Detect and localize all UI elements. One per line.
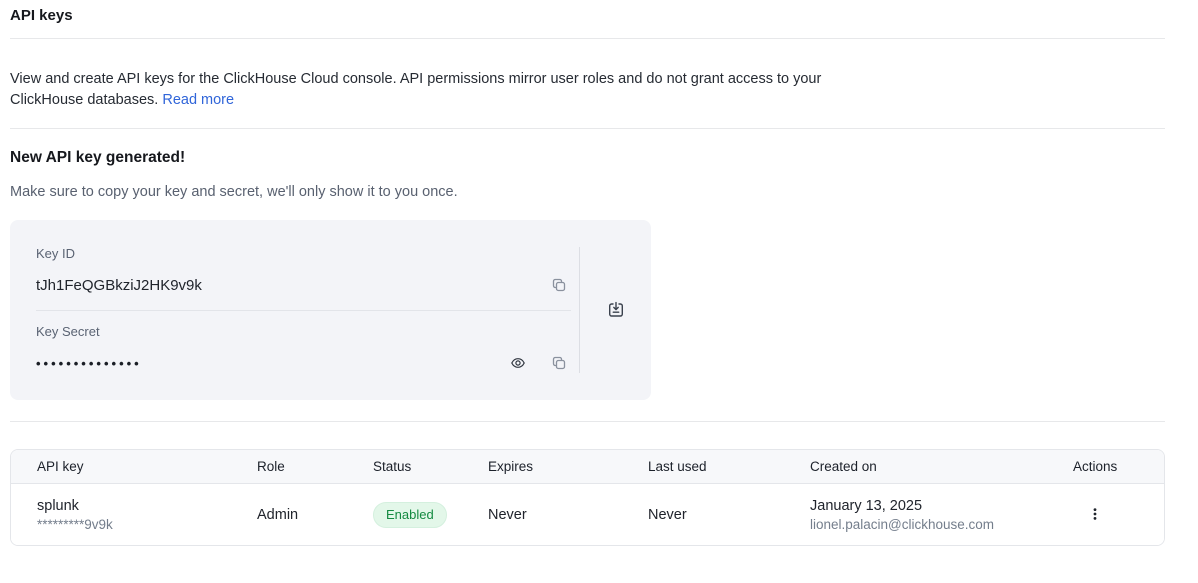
download-icon — [607, 301, 625, 319]
banner-heading: New API key generated! — [10, 147, 1165, 169]
kebab-icon — [1088, 506, 1102, 522]
col-header-status: Status — [373, 459, 488, 474]
col-header-api-key: API key — [11, 459, 257, 474]
col-header-role: Role — [257, 459, 373, 474]
copy-secret-button[interactable] — [547, 351, 571, 375]
download-column — [580, 220, 651, 400]
row-actions-button[interactable] — [1083, 502, 1107, 526]
cell-api-key: splunk *********9v9k — [11, 496, 257, 534]
read-more-link[interactable]: Read more — [162, 92, 234, 108]
cell-role: Admin — [257, 505, 373, 525]
col-header-expires: Expires — [488, 459, 648, 474]
cell-actions — [1063, 502, 1164, 527]
table-row: splunk *********9v9k Admin Enabled Never… — [11, 484, 1164, 545]
cell-expires: Never — [488, 505, 648, 525]
panel-divider — [36, 310, 571, 311]
divider — [10, 38, 1165, 39]
col-header-actions: Actions — [1063, 459, 1164, 474]
api-keys-page: API keys View and create API keys for th… — [10, 0, 1165, 546]
key-panel: Key ID tJh1FeQGBkziJ2HK9v9k — [10, 220, 651, 400]
cell-status: Enabled — [373, 502, 488, 528]
key-secret-label: Key Secret — [36, 324, 571, 340]
page-title: API keys — [10, 0, 1165, 38]
api-key-masked: *********9v9k — [37, 516, 257, 534]
created-by-email: lionel.palacin@clickhouse.com — [810, 516, 1063, 534]
col-header-last-used: Last used — [648, 459, 810, 474]
cell-last-used: Never — [648, 505, 810, 525]
api-key-name: splunk — [37, 496, 257, 516]
reveal-secret-button[interactable] — [506, 351, 530, 375]
table-header-row: API key Role Status Expires Last used Cr… — [11, 450, 1164, 484]
eye-icon — [510, 355, 526, 371]
api-keys-table: API key Role Status Expires Last used Cr… — [10, 449, 1165, 546]
key-id-label: Key ID — [36, 246, 571, 262]
page-description: View and create API keys for the ClickHo… — [10, 69, 825, 111]
col-header-created-on: Created on — [810, 459, 1063, 474]
status-badge: Enabled — [373, 502, 447, 528]
download-key-button[interactable] — [604, 298, 628, 322]
created-date: January 13, 2025 — [810, 496, 1063, 516]
key-id-value: tJh1FeQGBkziJ2HK9v9k — [36, 277, 202, 294]
key-id-field: Key ID tJh1FeQGBkziJ2HK9v9k — [36, 246, 571, 296]
key-secret-value: •••••••••••••• — [36, 356, 142, 371]
copy-key-id-button[interactable] — [547, 273, 571, 297]
copy-icon — [551, 355, 567, 371]
new-key-banner: New API key generated! Make sure to copy… — [10, 147, 1165, 400]
copy-icon — [551, 277, 567, 293]
cell-created-on: January 13, 2025 lionel.palacin@clickhou… — [810, 496, 1063, 534]
page-description-text: View and create API keys for the ClickHo… — [10, 71, 821, 108]
divider — [10, 421, 1165, 422]
key-secret-field: Key Secret •••••••••••••• — [36, 324, 571, 374]
divider — [10, 128, 1165, 129]
key-fields: Key ID tJh1FeQGBkziJ2HK9v9k — [36, 246, 579, 374]
banner-subheading: Make sure to copy your key and secret, w… — [10, 182, 1165, 202]
